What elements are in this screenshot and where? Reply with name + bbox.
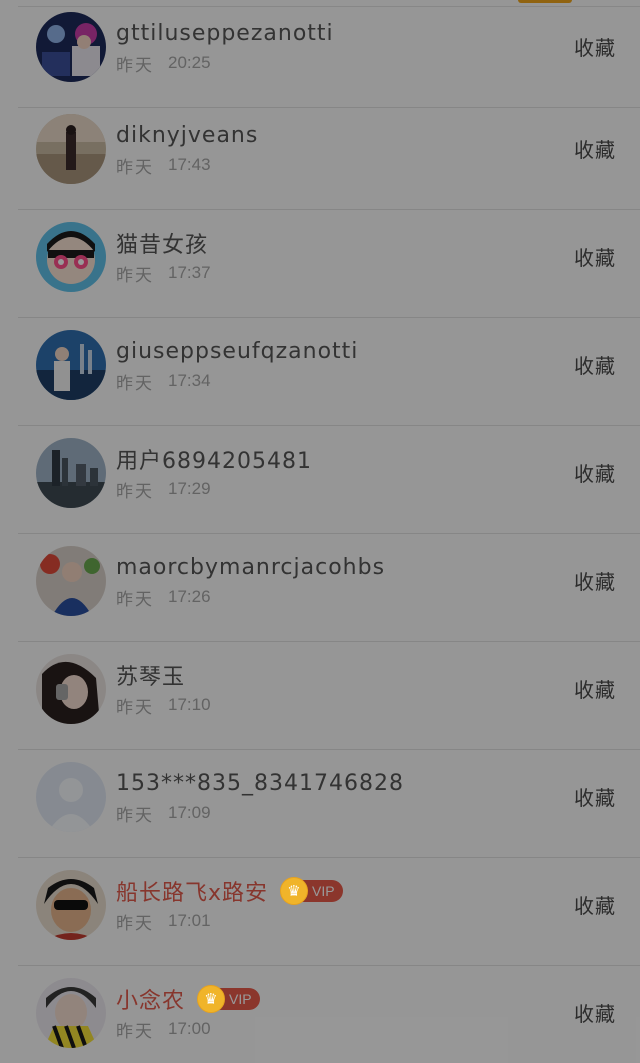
follower-list-page: gttiluseppezanotti 昨天 20:25 收藏 diknyjvea… bbox=[0, 0, 640, 1063]
dim-overlay[interactable] bbox=[0, 0, 640, 1063]
crown-icon: ♛ bbox=[197, 985, 226, 1013]
crown-icon: ♛ bbox=[280, 877, 309, 905]
